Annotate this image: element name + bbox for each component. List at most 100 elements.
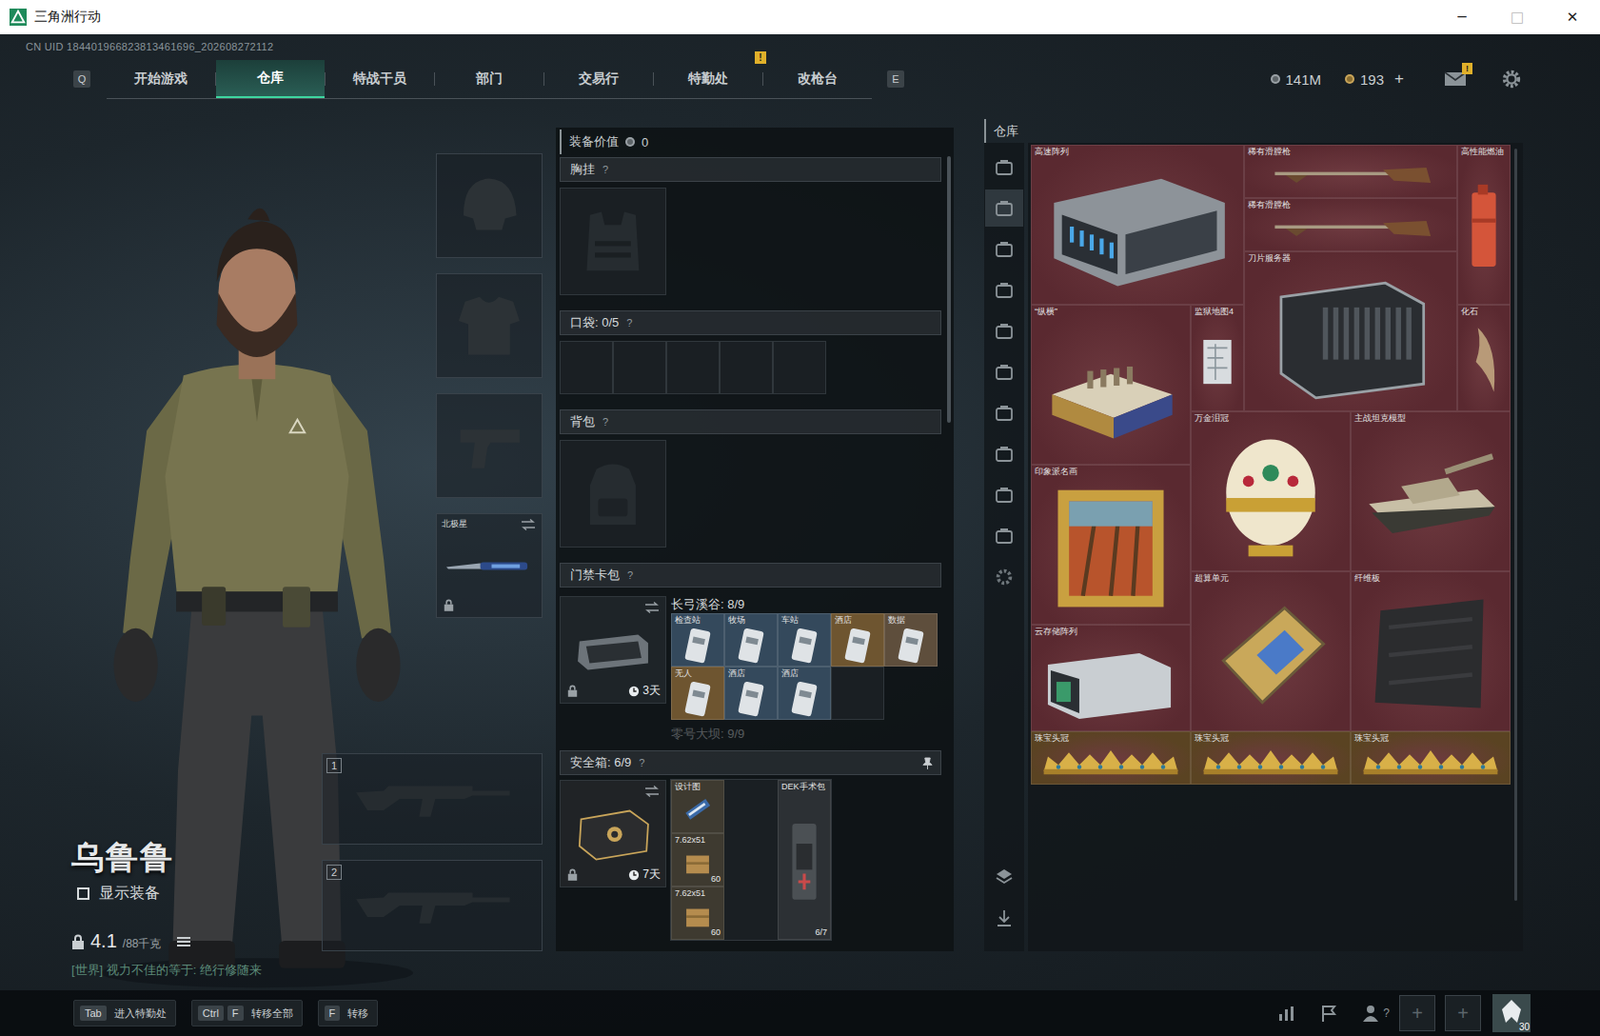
- warehouse-item[interactable]: 万金泪冠: [1190, 411, 1351, 572]
- next-tab-key[interactable]: E: [887, 70, 905, 88]
- backpack-slot[interactable]: [559, 439, 667, 548]
- main-tab[interactable]: 特勤处 !: [653, 59, 763, 99]
- squad-slot[interactable]: +: [1399, 994, 1436, 1031]
- show-gear-toggle[interactable]: 显示装备: [71, 883, 322, 904]
- friends-button[interactable]: ?: [1360, 1002, 1390, 1024]
- help-button[interactable]: ?: [602, 163, 609, 176]
- window-control-button[interactable]: ─: [1434, 0, 1490, 35]
- keycard[interactable]: 无人: [671, 666, 725, 720]
- keycard[interactable]: 牧场: [724, 612, 778, 667]
- warehouse-item[interactable]: “纵横”: [1030, 304, 1191, 465]
- warehouse-tab[interactable]: [985, 353, 1024, 391]
- keycard[interactable]: 酒店: [777, 666, 831, 720]
- chest-rig-slot[interactable]: [559, 187, 667, 296]
- keycard[interactable]: 检查站: [671, 612, 725, 667]
- prev-tab-key[interactable]: Q: [73, 70, 91, 88]
- safe-box-slot[interactable]: 7天: [559, 779, 667, 888]
- warehouse-tab[interactable]: [985, 475, 1024, 514]
- help-button[interactable]: ?: [638, 756, 645, 769]
- squad-slot[interactable]: +: [1444, 994, 1482, 1031]
- weapon-slot[interactable]: 1: [321, 752, 543, 845]
- key-hint[interactable]: F 转移: [317, 999, 379, 1027]
- settings-gear-icon[interactable]: [1501, 68, 1522, 90]
- pocket-slot[interactable]: [612, 340, 667, 395]
- mail-button[interactable]: !: [1443, 70, 1467, 88]
- warehouse-tab[interactable]: [985, 230, 1024, 268]
- warehouse-item[interactable]: 化石: [1457, 304, 1511, 412]
- warehouse-tab[interactable]: [985, 312, 1024, 350]
- keycard[interactable]: 酒店: [830, 612, 885, 667]
- warehouse-tab[interactable]: [985, 189, 1024, 227]
- weapon-slot[interactable]: 2: [321, 859, 543, 951]
- main-tab[interactable]: 仓库: [216, 59, 325, 99]
- swap-icon[interactable]: [644, 601, 660, 613]
- tab-label: 仓库: [256, 69, 284, 87]
- warehouse-item[interactable]: 印象派名画: [1030, 464, 1191, 625]
- loadout-scrollbar[interactable]: [947, 156, 951, 423]
- pocket-slot[interactable]: [772, 340, 827, 395]
- sort-button[interactable]: [985, 898, 1024, 936]
- warehouse-item[interactable]: 高速阵列: [1030, 144, 1245, 305]
- warehouse-item[interactable]: 云存储阵列: [1030, 624, 1191, 731]
- stats-chart-icon[interactable]: [1276, 1002, 1298, 1024]
- help-button[interactable]: ?: [627, 569, 633, 581]
- keycard-case-slot[interactable]: 3天: [559, 595, 667, 704]
- warehouse-item[interactable]: 珠宝头冠: [1030, 730, 1191, 785]
- warehouse-item[interactable]: 稀有滑膛枪: [1244, 197, 1458, 252]
- stack-button[interactable]: [985, 857, 1024, 895]
- warehouse-tab[interactable]: [985, 394, 1024, 432]
- gear-slot[interactable]: [435, 153, 543, 258]
- safe-item[interactable]: 7.62x51 60: [671, 832, 725, 887]
- warehouse-item[interactable]: 超算单元: [1190, 571, 1351, 731]
- main-tab[interactable]: 改枪台: [763, 59, 872, 99]
- warehouse-tab[interactable]: [985, 516, 1024, 554]
- main-tab[interactable]: 特战干员: [325, 59, 435, 99]
- warehouse-scrollbar[interactable]: [1514, 148, 1518, 901]
- pocket-slot[interactable]: [666, 340, 720, 395]
- warehouse-item[interactable]: 刀片服务器: [1244, 251, 1458, 412]
- key-hint[interactable]: Tab 进入特勤处: [73, 999, 177, 1027]
- warehouse-item[interactable]: 珠宝头冠: [1350, 730, 1511, 785]
- keycard[interactable]: 车站: [777, 612, 831, 667]
- swap-icon[interactable]: [520, 518, 536, 531]
- warehouse-item[interactable]: 监狱地图4: [1190, 304, 1245, 412]
- weight-details-icon[interactable]: [177, 935, 191, 948]
- pin-icon[interactable]: [922, 756, 933, 770]
- window-control-button[interactable]: □: [1489, 0, 1545, 35]
- keycard-empty-slot[interactable]: [830, 666, 885, 720]
- warehouse-item[interactable]: 主战坦克模型: [1350, 411, 1511, 572]
- warehouse-tab[interactable]: [985, 271, 1024, 309]
- flag-icon[interactable]: [1318, 1002, 1340, 1024]
- warehouse-tab[interactable]: [985, 434, 1024, 473]
- keycard[interactable]: 数据: [884, 612, 938, 667]
- pocket-slot[interactable]: [559, 340, 613, 395]
- safe-item[interactable]: DEK手术包 6/7: [777, 779, 831, 940]
- pocket-slot[interactable]: [719, 340, 773, 395]
- warehouse-item[interactable]: 纤维板: [1350, 571, 1511, 731]
- key-hint[interactable]: CtrlF 转移全部: [191, 999, 303, 1027]
- coin-amount: 141M: [1285, 71, 1323, 88]
- help-button[interactable]: ?: [626, 316, 633, 329]
- main-tab[interactable]: 部门: [434, 59, 544, 99]
- player-avatar[interactable]: 30: [1492, 993, 1531, 1032]
- tab-badge: !: [754, 51, 767, 64]
- warehouse-settings-tab[interactable]: [985, 557, 1024, 595]
- add-bonds-button[interactable]: +: [1394, 69, 1404, 89]
- warehouse-item[interactable]: 珠宝头冠: [1190, 730, 1351, 785]
- main-tab[interactable]: 交易行: [544, 59, 653, 99]
- warehouse-item[interactable]: 高性能燃油: [1457, 144, 1511, 305]
- warehouse-tab[interactable]: [985, 148, 1024, 186]
- world-chat-line[interactable]: [世界] 视力不佳的等于: 绝行修随来: [71, 961, 322, 979]
- window-control-button[interactable]: ✕: [1544, 0, 1600, 35]
- keycard[interactable]: 酒店: [724, 666, 778, 720]
- gear-slot[interactable]: [435, 273, 543, 378]
- gear-slot[interactable]: [435, 393, 543, 498]
- main-tab[interactable]: 开始游戏: [106, 59, 216, 99]
- gear-slot[interactable]: 北极星: [435, 513, 543, 618]
- safe-item[interactable]: 7.62x51 60: [671, 886, 725, 940]
- show-gear-checkbox[interactable]: [77, 887, 90, 900]
- warehouse-item[interactable]: 稀有滑膛枪: [1244, 144, 1458, 198]
- help-button[interactable]: ?: [602, 415, 609, 428]
- safe-item[interactable]: 设计图: [671, 779, 725, 833]
- swap-icon[interactable]: [644, 785, 660, 797]
